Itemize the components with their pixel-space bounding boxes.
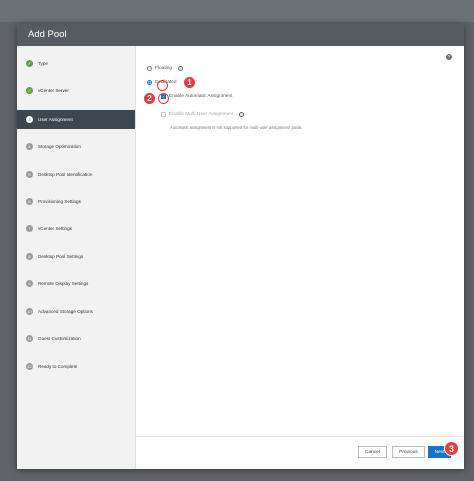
step-provisioning-settings[interactable]: 6 Provisioning Settings <box>17 192 135 211</box>
info-icon[interactable]: i <box>239 112 245 117</box>
step-number: 5 <box>26 171 33 178</box>
step-desktop-pool-settings[interactable]: 8 Desktop Pool Settings <box>17 247 135 266</box>
callout-badge-3: 3 <box>444 441 459 456</box>
wizard-footer: Cancel Previous Next <box>136 436 464 469</box>
step-number: 4 <box>26 143 33 150</box>
step-vcenter-server[interactable]: ✓ vCenter Server <box>17 81 135 100</box>
cancel-button[interactable]: Cancel <box>358 446 387 458</box>
callout-ring-2 <box>158 93 169 104</box>
checkmark-icon: ✓ <box>26 87 33 94</box>
step-number: 9 <box>26 280 33 287</box>
callout-badge-2: 2 <box>143 92 156 105</box>
step-guest-customization[interactable]: 11 Guest Customization <box>17 329 135 348</box>
step-number: 11 <box>26 335 33 342</box>
step-label: Provisioning Settings <box>38 199 81 204</box>
dedicated-radio[interactable] <box>147 80 152 85</box>
step-remote-display-settings[interactable]: 9 Remote Display Settings <box>17 274 135 293</box>
multi-user-note: Automatic assignment is not supported fo… <box>170 125 303 130</box>
add-pool-dialog: Add Pool ✓ Type ✓ vCenter Server 3 User … <box>17 24 464 469</box>
step-number: 8 <box>26 253 33 260</box>
step-label: vCenter Server <box>38 88 69 93</box>
step-label: Desktop Pool Settings <box>38 254 84 259</box>
step-label: User Assignment <box>38 117 73 122</box>
step-label: Remote Display Settings <box>38 281 89 286</box>
enable-multi-user-assignment-checkbox <box>161 112 166 117</box>
step-number: 10 <box>26 308 33 315</box>
enable-multi-user-assignment-option: Enable Multi-User Assignment i <box>161 112 245 117</box>
previous-button[interactable]: Previous <box>392 446 425 458</box>
enable-automatic-assignment-option[interactable]: ✓ Enable Automatic Assignment <box>161 94 232 99</box>
step-label: Ready to Complete <box>38 364 78 369</box>
floating-option[interactable]: Floating i <box>147 66 184 71</box>
floating-radio[interactable] <box>147 66 152 71</box>
step-number: 6 <box>26 198 33 205</box>
step-type[interactable]: ✓ Type <box>17 54 135 73</box>
step-number: 12 <box>26 363 33 370</box>
step-label: vCenter Settings <box>38 226 72 231</box>
enable-multi-user-assignment-label: Enable Multi-User Assignment <box>169 112 234 117</box>
user-assignment-panel: ? Floating i Dedicated ✓ Enable Automati… <box>136 46 464 437</box>
floating-label: Floating <box>155 66 173 71</box>
step-desktop-pool-identification[interactable]: 5 Desktop Pool Identification <box>17 165 135 184</box>
step-label: Desktop Pool Identification <box>38 172 93 177</box>
step-label: Guest Customization <box>38 336 81 341</box>
callout-badge-1: 1 <box>183 76 196 89</box>
step-label: Advanced Storage Options <box>38 309 93 314</box>
step-advanced-storage-options[interactable]: 10 Advanced Storage Options <box>17 302 135 321</box>
info-icon[interactable]: i <box>178 66 184 71</box>
help-icon[interactable]: ? <box>446 54 452 60</box>
backdrop-header <box>0 0 474 22</box>
step-label: Storage Optimization <box>38 144 81 149</box>
wizard-steps-sidebar: ✓ Type ✓ vCenter Server 3 User Assignmen… <box>17 46 136 469</box>
enable-automatic-assignment-label: Enable Automatic Assignment <box>169 94 233 99</box>
step-number: 3 <box>26 116 33 123</box>
step-ready-to-complete[interactable]: 12 Ready to Complete <box>17 357 135 376</box>
step-user-assignment[interactable]: 3 User Assignment <box>17 110 135 129</box>
step-label: Type <box>38 61 48 66</box>
step-number: 7 <box>26 225 33 232</box>
step-storage-optimization[interactable]: 4 Storage Optimization <box>17 137 135 156</box>
callout-ring-1 <box>157 80 168 91</box>
step-vcenter-settings[interactable]: 7 vCenter Settings <box>17 219 135 238</box>
checkmark-icon: ✓ <box>26 60 33 67</box>
dialog-title: Add Pool <box>17 24 464 46</box>
